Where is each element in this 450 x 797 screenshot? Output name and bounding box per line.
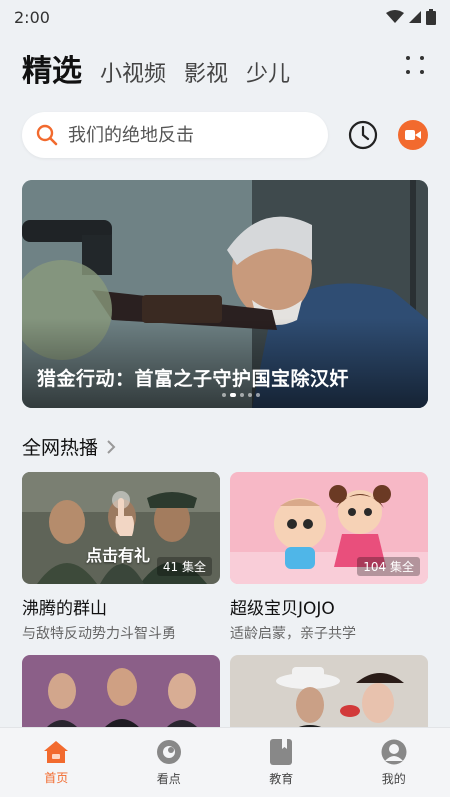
- carousel-indicator: [222, 393, 260, 397]
- carousel-dot: [256, 393, 260, 397]
- video-card[interactable]: 点击有礼 41 集全 沸腾的群山 与敌特反动势力斗智斗勇: [22, 472, 220, 643]
- more-menu-button[interactable]: [406, 56, 426, 76]
- category-tabs: 精选 小视频 影视 少儿: [22, 46, 290, 89]
- tab-kids[interactable]: 少儿: [246, 56, 290, 88]
- profile-icon: [381, 739, 407, 764]
- tab-short-video[interactable]: 小视频: [100, 56, 166, 88]
- carousel-dot-active: [230, 393, 236, 397]
- thumbnail-image: [230, 655, 428, 735]
- dot-icon: [420, 56, 424, 60]
- status-bar: 2:00: [0, 0, 450, 34]
- history-icon[interactable]: [347, 119, 379, 151]
- tap-hand-icon: [112, 491, 134, 536]
- promo-overlay: 点击有礼: [86, 546, 151, 565]
- battery-icon: [426, 9, 436, 25]
- carousel-dot: [222, 393, 226, 397]
- wifi-icon: [386, 10, 404, 23]
- nav-home[interactable]: 首页: [21, 740, 91, 786]
- video-thumbnail: 104 集全: [230, 472, 428, 584]
- video-title: 超级宝贝JOJO: [230, 599, 335, 619]
- bottom-navigation: 首页 看点 教育 我的: [0, 727, 450, 797]
- banner-title: 猎金行动：首富之子守护国宝除汉奸: [37, 368, 350, 390]
- thumbnail-image: [22, 655, 220, 735]
- video-card[interactable]: [22, 655, 220, 735]
- dot-icon: [420, 70, 424, 74]
- tab-featured[interactable]: 精选: [22, 46, 82, 90]
- hot-section-header[interactable]: 全网热播: [22, 433, 116, 460]
- watch-icon: [156, 739, 181, 764]
- video-card[interactable]: 104 集全 超级宝贝JOJO 适龄启蒙，亲子共学: [230, 472, 428, 643]
- carousel-dot: [240, 393, 244, 397]
- nav-watch[interactable]: 看点: [134, 739, 204, 787]
- search-icon: [36, 124, 58, 146]
- carousel-dot: [248, 393, 252, 397]
- record-video-button[interactable]: [398, 120, 428, 150]
- home-icon: [44, 740, 69, 763]
- section-title: 全网热播: [22, 437, 99, 459]
- dot-icon: [406, 70, 410, 74]
- dot-icon: [406, 56, 410, 60]
- nav-education[interactable]: 教育: [246, 738, 316, 787]
- nav-profile[interactable]: 我的: [359, 739, 429, 787]
- status-icons: [386, 9, 436, 25]
- episode-count: 41 集全: [156, 557, 212, 576]
- tab-film[interactable]: 影视: [184, 56, 228, 88]
- search-input[interactable]: [68, 124, 308, 146]
- nav-label: 我的: [381, 771, 406, 786]
- video-title: 沸腾的群山: [22, 599, 107, 619]
- book-icon: [270, 738, 293, 765]
- status-time: 2:00: [14, 7, 50, 27]
- video-card[interactable]: [230, 655, 428, 735]
- video-subtitle: 适龄启蒙，亲子共学: [230, 626, 356, 642]
- episode-count: 104 集全: [357, 557, 420, 576]
- search-bar[interactable]: [22, 112, 328, 158]
- featured-banner[interactable]: 猎金行动：首富之子守护国宝除汉奸: [22, 180, 428, 408]
- video-subtitle: 与敌特反动势力斗智斗勇: [22, 626, 176, 642]
- nav-label: 首页: [44, 770, 69, 785]
- chevron-right-icon: [107, 439, 116, 454]
- nav-label: 看点: [156, 771, 181, 786]
- video-camera-icon: [405, 130, 421, 140]
- signal-icon: [409, 11, 421, 23]
- nav-label: 教育: [269, 771, 294, 786]
- video-thumbnail: 点击有礼 41 集全: [22, 472, 220, 584]
